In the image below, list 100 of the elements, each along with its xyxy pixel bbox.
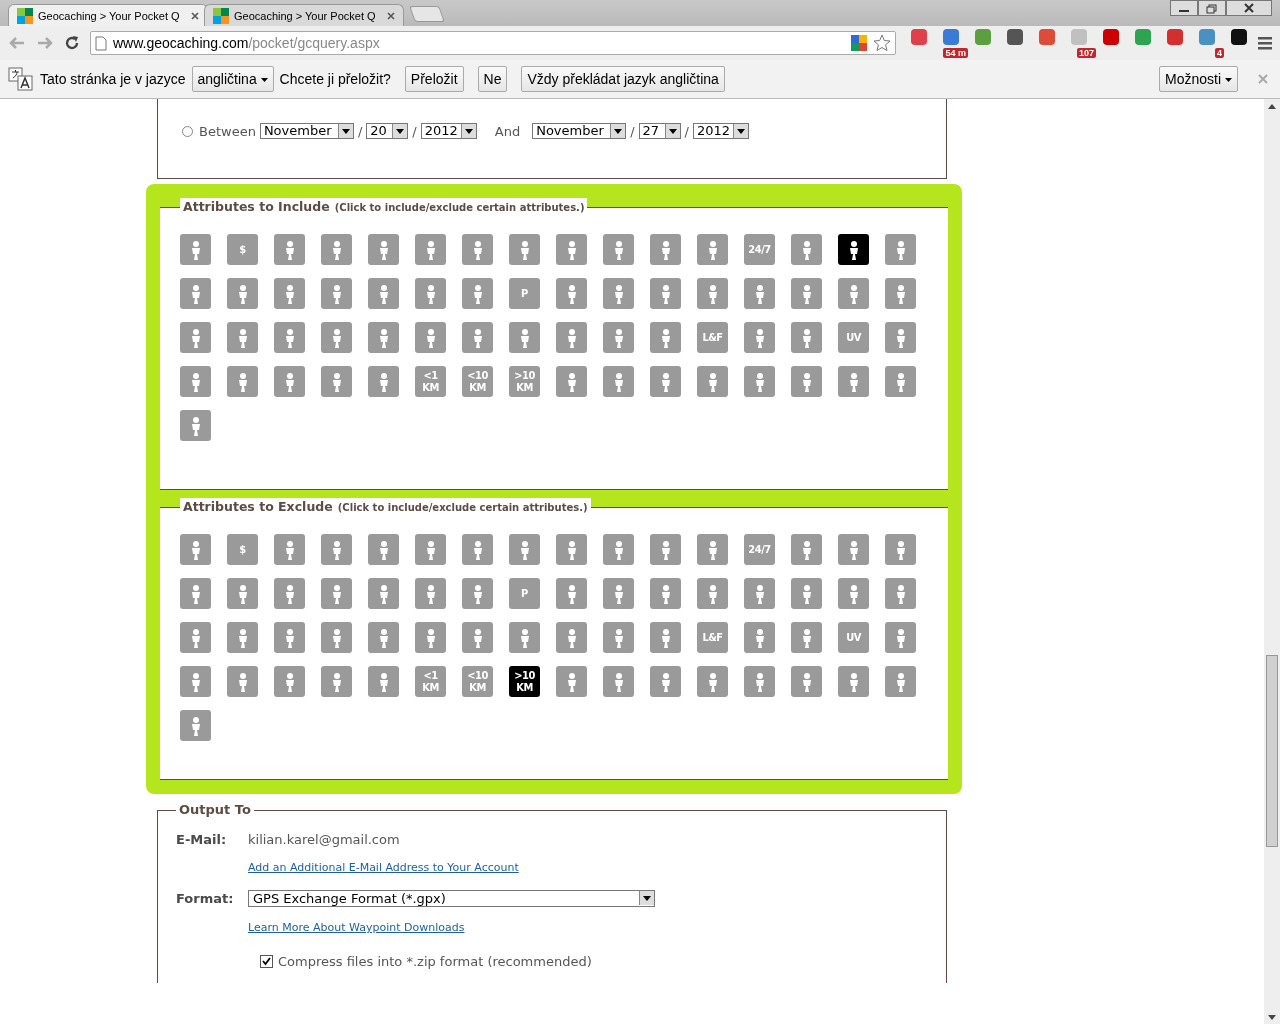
attribute-toggle[interactable] xyxy=(509,234,540,265)
attribute-toggle[interactable] xyxy=(697,578,728,609)
attribute-toggle[interactable] xyxy=(462,322,493,353)
close-icon[interactable] xyxy=(387,11,395,20)
menu-icon[interactable] xyxy=(1258,36,1272,50)
options-dropdown[interactable]: Možnosti xyxy=(1159,66,1238,92)
forward-arrow-icon[interactable] xyxy=(36,35,54,51)
attribute-toggle[interactable] xyxy=(227,366,258,397)
attribute-toggle[interactable] xyxy=(180,578,211,609)
attribute-toggle[interactable] xyxy=(791,622,822,653)
star-icon[interactable] xyxy=(873,34,891,52)
attribute-toggle[interactable] xyxy=(838,578,869,609)
attribute-toggle[interactable] xyxy=(415,578,446,609)
attribute-toggle[interactable] xyxy=(885,234,916,265)
attribute-toggle[interactable] xyxy=(791,278,822,309)
attribute-toggle[interactable] xyxy=(274,366,305,397)
attribute-toggle[interactable] xyxy=(791,578,822,609)
attribute-toggle[interactable] xyxy=(885,666,916,697)
attribute-toggle[interactable] xyxy=(744,578,775,609)
attribute-toggle[interactable] xyxy=(321,322,352,353)
attribute-toggle[interactable] xyxy=(274,278,305,309)
attribute-toggle[interactable] xyxy=(321,234,352,265)
attribute-toggle[interactable]: >10 KM xyxy=(509,666,540,697)
attribute-toggle[interactable] xyxy=(838,366,869,397)
attribute-toggle[interactable] xyxy=(697,234,728,265)
attribute-toggle[interactable] xyxy=(180,666,211,697)
attribute-toggle[interactable] xyxy=(415,622,446,653)
attribute-toggle[interactable] xyxy=(791,322,822,353)
attribute-toggle[interactable] xyxy=(697,278,728,309)
close-icon[interactable] xyxy=(1226,0,1272,16)
attribute-toggle[interactable] xyxy=(321,666,352,697)
attribute-toggle[interactable] xyxy=(509,322,540,353)
attribute-toggle[interactable] xyxy=(650,534,681,565)
attribute-toggle[interactable] xyxy=(791,534,822,565)
translate-button[interactable]: Vždy překládat jazyk angličtina xyxy=(521,66,725,92)
attribute-toggle[interactable] xyxy=(650,322,681,353)
attribute-toggle[interactable] xyxy=(556,534,587,565)
attribute-toggle[interactable] xyxy=(556,366,587,397)
day-select[interactable]: 27 xyxy=(638,123,681,139)
new-tab-button[interactable] xyxy=(409,6,445,22)
scrollbar-thumb[interactable] xyxy=(1266,655,1278,847)
year-select[interactable]: 2012 xyxy=(420,123,477,139)
attribute-toggle[interactable] xyxy=(885,366,916,397)
attribute-toggle[interactable] xyxy=(885,278,916,309)
attribute-toggle[interactable] xyxy=(603,578,634,609)
attribute-toggle[interactable] xyxy=(838,666,869,697)
attribute-toggle[interactable] xyxy=(462,622,493,653)
attribute-toggle[interactable] xyxy=(274,234,305,265)
attribute-toggle[interactable] xyxy=(744,278,775,309)
attribute-toggle[interactable] xyxy=(885,322,916,353)
attribute-toggle[interactable] xyxy=(415,234,446,265)
attribute-toggle[interactable] xyxy=(368,366,399,397)
attribute-toggle[interactable] xyxy=(368,622,399,653)
language-dropdown[interactable]: angličtina xyxy=(191,66,274,92)
attribute-toggle[interactable] xyxy=(180,366,211,397)
attribute-toggle[interactable] xyxy=(603,234,634,265)
attribute-toggle[interactable] xyxy=(227,278,258,309)
attribute-toggle[interactable] xyxy=(650,666,681,697)
attribute-toggle[interactable] xyxy=(415,278,446,309)
attribute-toggle[interactable] xyxy=(368,322,399,353)
attribute-toggle[interactable] xyxy=(603,322,634,353)
attribute-toggle[interactable] xyxy=(744,666,775,697)
attribute-toggle[interactable] xyxy=(603,666,634,697)
translate-button[interactable]: Přeložit xyxy=(404,66,464,92)
day-select[interactable]: 20 xyxy=(366,123,409,139)
attribute-toggle[interactable] xyxy=(462,578,493,609)
month-select[interactable]: November xyxy=(532,123,627,139)
attribute-toggle[interactable] xyxy=(744,622,775,653)
attribute-toggle[interactable] xyxy=(321,534,352,565)
radio-button[interactable] xyxy=(182,125,193,137)
attribute-toggle[interactable] xyxy=(274,666,305,697)
attribute-toggle[interactable] xyxy=(227,622,258,653)
attribute-toggle[interactable] xyxy=(321,622,352,653)
attribute-toggle[interactable] xyxy=(791,666,822,697)
attribute-toggle[interactable] xyxy=(368,534,399,565)
attribute-toggle[interactable] xyxy=(556,322,587,353)
attribute-toggle[interactable] xyxy=(180,234,211,265)
address-bar[interactable]: www.geocaching.com/pocket/gcquery.aspx xyxy=(90,31,896,55)
checkbox[interactable] xyxy=(260,955,273,968)
attribute-toggle[interactable] xyxy=(791,234,822,265)
attribute-toggle[interactable] xyxy=(556,622,587,653)
attribute-toggle[interactable] xyxy=(274,578,305,609)
attribute-toggle[interactable] xyxy=(368,666,399,697)
scrollbar[interactable] xyxy=(1264,99,1280,1024)
attribute-toggle[interactable] xyxy=(650,366,681,397)
attribute-toggle[interactable] xyxy=(650,234,681,265)
attribute-toggle[interactable] xyxy=(744,322,775,353)
add-email-link[interactable]: Add an Additional E-Mail Address to Your Account xyxy=(248,861,519,874)
translate-button[interactable]: Ne xyxy=(477,66,508,92)
attribute-toggle[interactable] xyxy=(180,322,211,353)
attribute-toggle[interactable] xyxy=(227,666,258,697)
attribute-toggle[interactable] xyxy=(227,322,258,353)
attribute-toggle[interactable] xyxy=(697,666,728,697)
attribute-toggle[interactable] xyxy=(462,278,493,309)
attribute-toggle[interactable] xyxy=(697,534,728,565)
attribute-toggle[interactable] xyxy=(274,322,305,353)
attribute-toggle[interactable] xyxy=(509,622,540,653)
attribute-toggle[interactable] xyxy=(744,366,775,397)
attribute-toggle[interactable] xyxy=(509,534,540,565)
attribute-toggle[interactable] xyxy=(885,622,916,653)
